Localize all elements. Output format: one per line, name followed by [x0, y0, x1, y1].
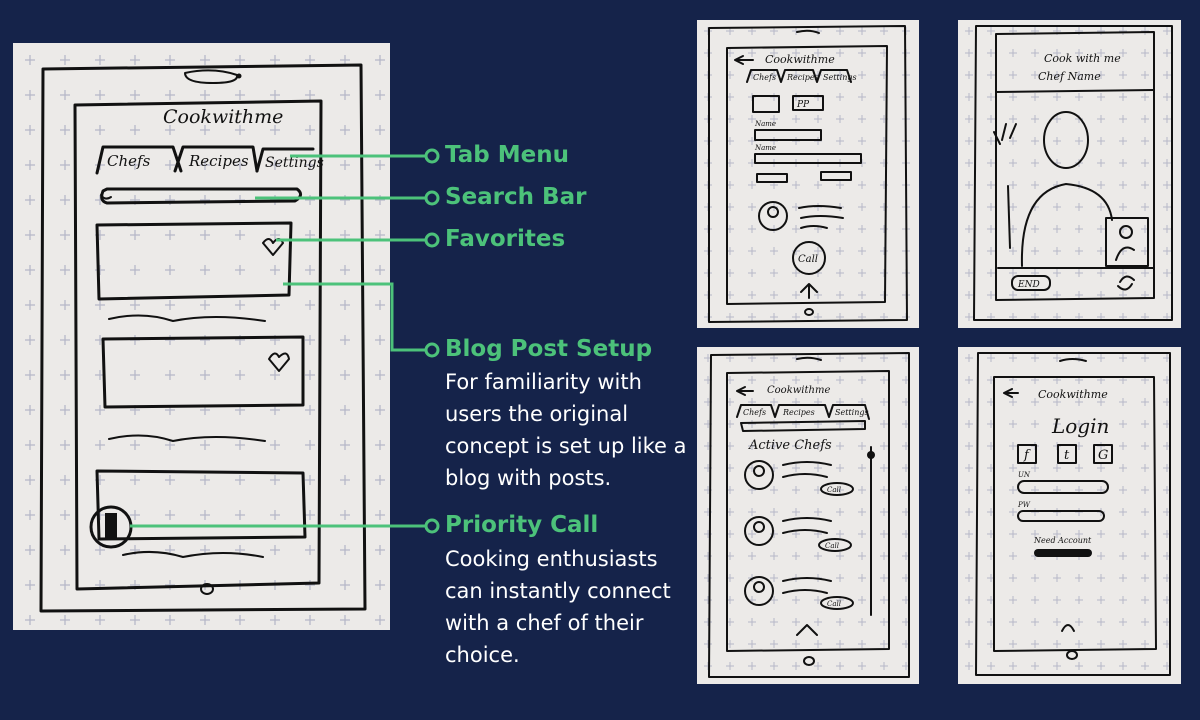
- annotation-priority-call: Priority Call: [445, 512, 599, 538]
- profile-phone-sketch: Cookwithme Chefs Recipes Settings PP Nam…: [697, 20, 919, 328]
- chefs-heading: Active Chefs: [748, 438, 832, 453]
- profile-call-label: Call: [798, 254, 818, 265]
- login-label-pw: PW: [1017, 501, 1031, 509]
- login-phone-sketch: Cookwithme Login f t G UN PW Need Accoun…: [958, 347, 1181, 684]
- login-label-un: UN: [1018, 471, 1031, 479]
- profile-tab-recipes[interactable]: Recipes: [786, 73, 819, 82]
- annotation-favorites: Favorites: [445, 226, 566, 252]
- svg-text:PP: PP: [796, 100, 810, 110]
- login-sketch-card: Cookwithme Login f t G UN PW Need Accoun…: [958, 347, 1181, 684]
- login-app-title: Cookwithme: [1038, 388, 1108, 401]
- chefs-tab-settings[interactable]: Settings: [835, 408, 869, 417]
- login-twitter[interactable]: t: [1064, 448, 1070, 463]
- callout-dot-favorites: [424, 232, 440, 248]
- video-title: Cook with me: [1044, 52, 1121, 65]
- chefs-call-label-2: Call: [825, 542, 839, 550]
- annotation-blog-post-setup: Blog Post Setup: [445, 336, 653, 362]
- profile-label-name-1: Name: [754, 120, 776, 128]
- login-heading: Login: [1051, 414, 1109, 438]
- login-need-account[interactable]: Need Account: [1033, 536, 1092, 545]
- profile-tab-chefs[interactable]: Chefs: [753, 73, 776, 82]
- annotation-tab-menu: Tab Menu: [445, 142, 569, 168]
- chefs-tab-chefs[interactable]: Chefs: [743, 408, 766, 417]
- chefs-call-label-3: Call: [827, 600, 841, 608]
- video-phone-sketch: Cook with me Chef Name END: [958, 20, 1181, 328]
- profile-sketch-card: Cookwithme Chefs Recipes Settings PP Nam…: [697, 20, 919, 328]
- chefs-phone-sketch: Cookwithme Chefs Recipes Settings Active…: [697, 347, 919, 684]
- annotation-search-bar: Search Bar: [445, 184, 587, 210]
- callout-dot-search-bar: [424, 190, 440, 206]
- profile-tab-settings[interactable]: Settings: [823, 73, 857, 82]
- profile-label-name-2: Name: [754, 144, 776, 152]
- callout-dot-tab-menu: [424, 148, 440, 164]
- profile-app-title: Cookwithme: [765, 53, 835, 66]
- video-call-sketch-card: Cook with me Chef Name END: [958, 20, 1181, 328]
- annotation-blog-post-body: For familiarity with users the original …: [445, 370, 687, 490]
- login-google[interactable]: G: [1098, 448, 1108, 463]
- callout-dot-blog-post: [424, 342, 440, 358]
- chefs-call-label-1: Call: [827, 486, 841, 494]
- annotation-priority-call-body: Cooking enthusiasts can instantly connec…: [445, 547, 671, 667]
- chefs-app-title: Cookwithme: [767, 385, 830, 396]
- video-chef-name: Chef Name: [1038, 70, 1101, 83]
- video-end-label: END: [1017, 280, 1040, 290]
- active-chefs-sketch-card: Cookwithme Chefs Recipes Settings Active…: [697, 347, 919, 684]
- chefs-tab-recipes[interactable]: Recipes: [782, 408, 815, 417]
- callout-dot-priority-call: [424, 518, 440, 534]
